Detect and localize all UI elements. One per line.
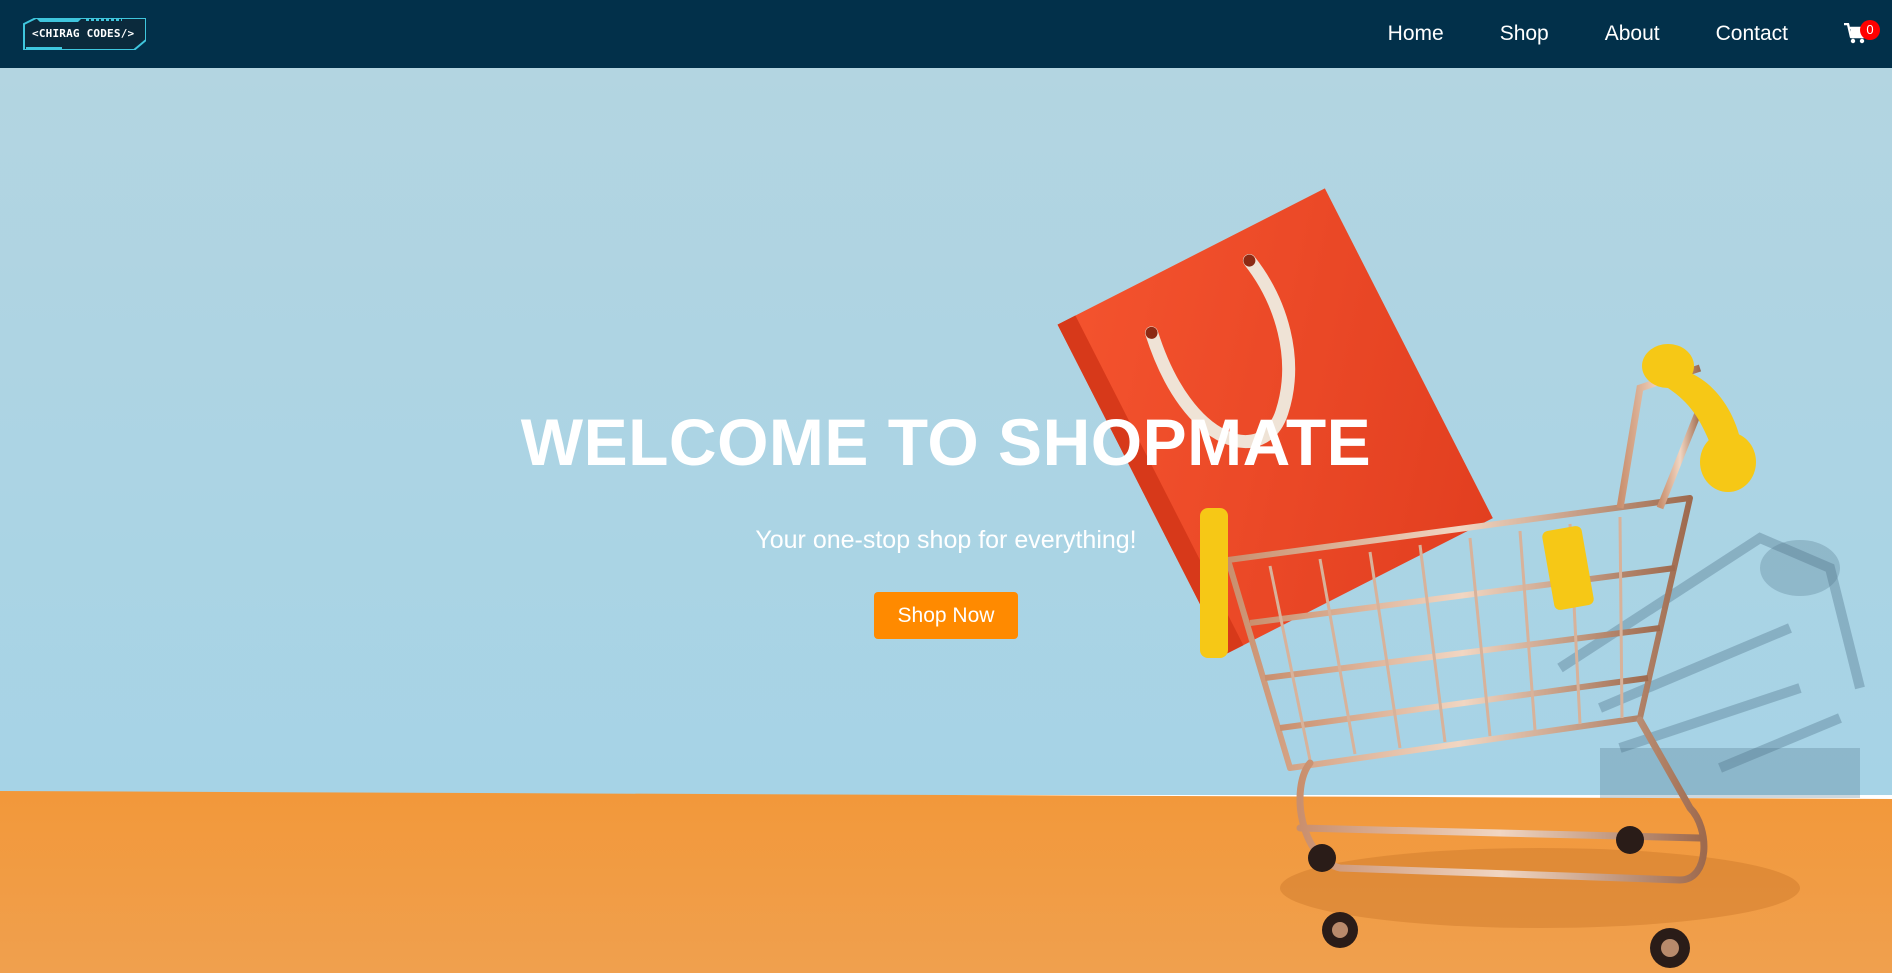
brand-logo[interactable]: <CHIRAG CODES/> — [22, 18, 146, 50]
nav-link-about[interactable]: About — [1605, 22, 1660, 46]
navbar: <CHIRAG CODES/> Home Shop About Contact … — [0, 0, 1892, 68]
nav-link-shop[interactable]: Shop — [1500, 22, 1549, 46]
cart-button[interactable]: 0 — [1842, 19, 1880, 49]
hero-title: WELCOME TO SHOPMATE — [520, 405, 1372, 479]
hero-section: WELCOME TO SHOPMATE Your one-stop shop f… — [0, 68, 1892, 973]
nav-link-contact[interactable]: Contact — [1716, 22, 1788, 46]
nav-link-home[interactable]: Home — [1388, 22, 1444, 46]
hero-subtitle: Your one-stop shop for everything! — [755, 526, 1137, 554]
cart-count-badge: 0 — [1860, 20, 1880, 40]
main-nav: Home Shop About Contact 0 — [1388, 0, 1880, 68]
shop-now-button[interactable]: Shop Now — [874, 592, 1018, 639]
hero-background-image — [0, 68, 1892, 973]
logo-text: <CHIRAG CODES/> — [32, 27, 135, 40]
